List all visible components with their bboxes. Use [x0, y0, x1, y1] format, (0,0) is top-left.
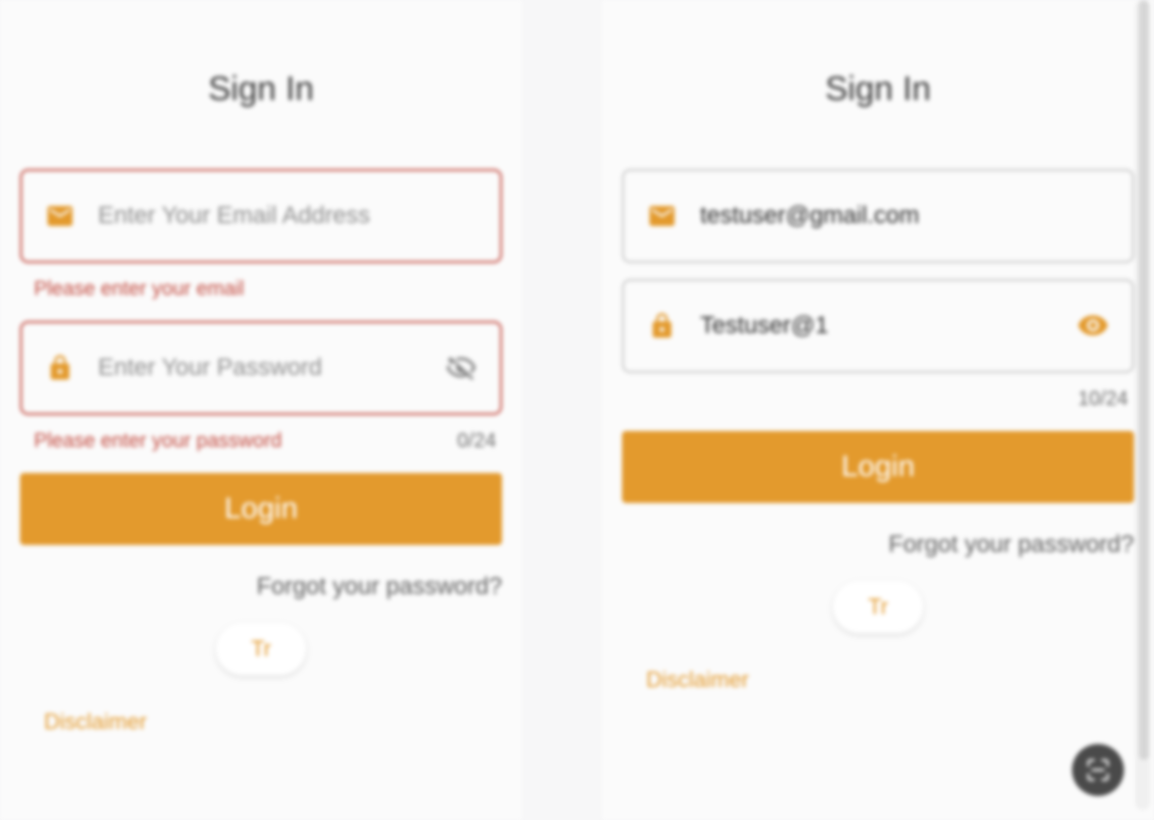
disclaimer-link[interactable]: Disclaimer: [20, 709, 502, 735]
password-counter: 10/24: [1078, 388, 1134, 411]
scrollbar-track[interactable]: [1136, 0, 1150, 810]
password-field-wrapper: [622, 279, 1134, 373]
visibility-on-icon[interactable]: [1076, 309, 1110, 343]
signin-panel-empty: Sign In Please enter your email Please e…: [0, 0, 522, 820]
password-field-wrapper: [20, 321, 502, 415]
email-input[interactable]: [98, 202, 478, 230]
forgot-password-link[interactable]: Forgot your password?: [20, 573, 502, 601]
password-error-text: Please enter your password: [20, 430, 282, 453]
email-field-wrapper: [622, 169, 1134, 263]
password-input[interactable]: [98, 354, 444, 382]
language-chip[interactable]: Tr: [216, 623, 306, 675]
mail-icon: [44, 200, 76, 232]
login-button[interactable]: Login: [20, 473, 502, 545]
disclaimer-link[interactable]: Disclaimer: [622, 667, 1134, 693]
signin-panel-filled: Sign In 10/24 Login Forgot your password…: [602, 0, 1154, 820]
screenshot-icon: [1085, 757, 1111, 783]
login-button[interactable]: Login: [622, 431, 1134, 503]
lock-icon: [44, 352, 76, 384]
email-error-text: Please enter your email: [20, 278, 244, 301]
mail-icon: [646, 200, 678, 232]
lock-icon: [646, 310, 678, 342]
language-chip[interactable]: Tr: [833, 581, 923, 633]
visibility-off-icon[interactable]: [444, 351, 478, 385]
page-title: Sign In: [622, 70, 1134, 109]
email-field-wrapper: [20, 169, 502, 263]
password-input[interactable]: [700, 312, 1076, 340]
email-input[interactable]: [700, 202, 1110, 230]
forgot-password-link[interactable]: Forgot your password?: [622, 531, 1134, 559]
scrollbar-thumb[interactable]: [1139, 0, 1149, 760]
screenshot-fab[interactable]: [1072, 744, 1124, 796]
password-counter: 0/24: [457, 430, 502, 453]
page-title: Sign In: [20, 70, 502, 109]
